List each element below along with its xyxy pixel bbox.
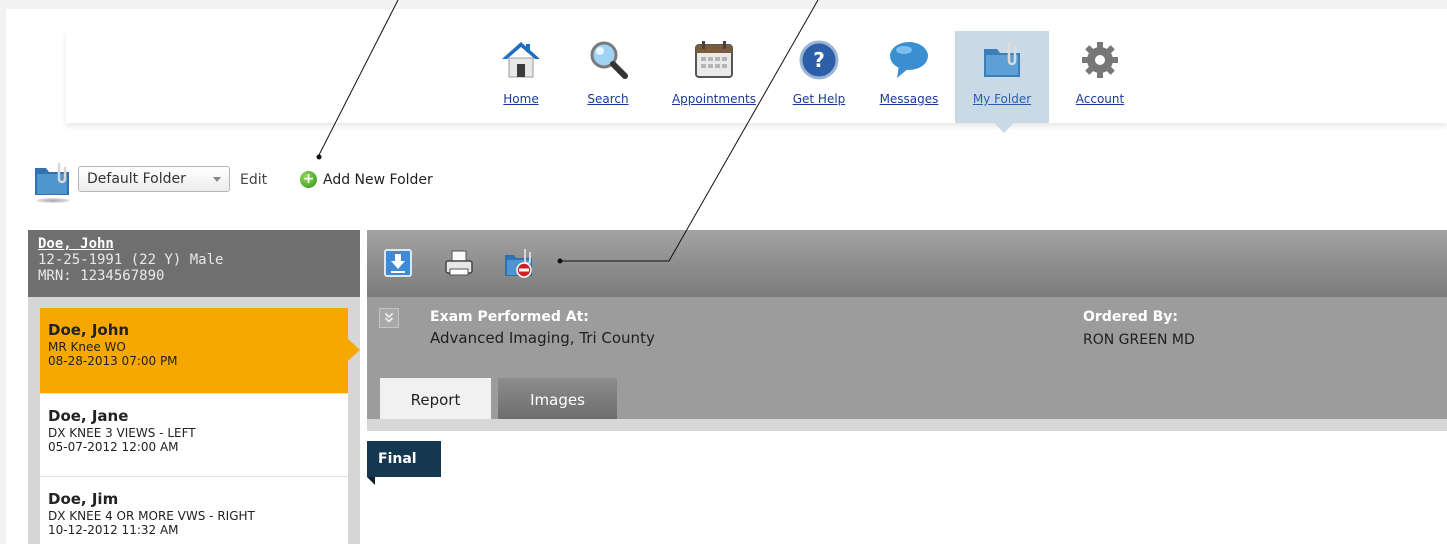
exam-toolbar [367, 230, 1447, 297]
add-new-folder-button[interactable]: + Add New Folder [300, 171, 433, 188]
nav-messages[interactable]: Messages [872, 31, 946, 123]
double-chevron-down-icon [384, 312, 394, 323]
list-item-name: Doe, Jim [48, 490, 119, 508]
collapse-toggle-icon[interactable] [379, 308, 399, 328]
chat-bubble-icon [890, 42, 928, 78]
nav-appointments-label: Appointments [671, 92, 757, 106]
list-item[interactable]: Doe, Jane DX KNEE 3 VIEWS - LEFT 05-07-2… [40, 394, 348, 477]
ordered-by-label: Ordered By: [1083, 309, 1179, 325]
gear-icon [1082, 42, 1118, 78]
plus-circle-icon: + [300, 171, 317, 188]
tab-report[interactable]: Report [380, 378, 491, 419]
status-badge: Final [367, 441, 441, 485]
patient-header: Doe, John 12-25-1991 (22 Y) Male MRN: 12… [28, 230, 360, 297]
add-new-folder-label: Add New Folder [323, 171, 433, 188]
exam-performed-label: Exam Performed At: [430, 309, 589, 325]
nav-get-help[interactable]: ? Get Help [788, 31, 850, 123]
folder-select-value: Default Folder [87, 171, 186, 187]
calendar-icon [695, 41, 733, 78]
nav-search-label: Search [587, 92, 629, 106]
page: Home Search Appointments ? Get Help Mess… [6, 9, 1447, 544]
list-item-study: DX KNEE 3 VIEWS - LEFT [48, 426, 196, 440]
edit-folder-link[interactable]: Edit [240, 172, 267, 188]
nav-my-folder[interactable]: My Folder [955, 31, 1049, 123]
exam-performed-value: Advanced Imaging, Tri County [430, 329, 655, 347]
list-item-study: MR Knee WO [48, 340, 126, 354]
chevron-down-icon [213, 177, 221, 182]
nav-home[interactable]: Home [491, 31, 551, 123]
nav-account-label: Account [1075, 92, 1125, 106]
list-item-datetime: 05-07-2012 12:00 AM [48, 440, 179, 454]
folder-icon-shadow [36, 198, 70, 203]
nav-account[interactable]: Account [1068, 31, 1132, 123]
exam-list: Doe, John MR Knee WO 08-28-2013 07:00 PM… [28, 297, 360, 544]
svg-text:?: ? [813, 48, 825, 72]
nav-home-label: Home [503, 92, 539, 106]
tab-images[interactable]: Images [498, 378, 617, 419]
home-icon [502, 42, 540, 78]
report-content [367, 431, 1447, 544]
tab-strip [367, 419, 1447, 431]
nav-messages-label: Messages [879, 92, 939, 106]
patient-mrn: MRN: 1234567890 [38, 268, 165, 284]
help-icon: ? [799, 40, 839, 80]
nav-active-pointer [994, 123, 1014, 133]
list-item-datetime: 10-12-2012 11:32 AM [48, 523, 179, 537]
list-item-study: DX KNEE 4 OR MORE VWS - RIGHT [48, 509, 255, 523]
exam-header: Exam Performed At: Advanced Imaging, Tri… [367, 297, 1447, 431]
top-navigation: Home Search Appointments ? Get Help Mess… [66, 31, 1447, 123]
list-item-name: Doe, Jane [48, 407, 129, 425]
folder-clip-icon [984, 43, 1020, 77]
list-item-datetime: 08-28-2013 07:00 PM [48, 354, 178, 368]
search-icon [590, 41, 628, 79]
folder-select[interactable]: Default Folder [78, 166, 230, 192]
patient-name-link[interactable]: Doe, John [38, 236, 360, 252]
print-icon[interactable] [444, 248, 474, 278]
list-item[interactable]: Doe, Jim DX KNEE 4 OR MORE VWS - RIGHT 1… [40, 477, 348, 544]
nav-search[interactable]: Search [578, 31, 638, 123]
download-icon[interactable] [383, 248, 413, 278]
patient-dob: 12-25-1991 (22 Y) Male [38, 252, 224, 268]
nav-appointments[interactable]: Appointments [666, 31, 762, 123]
folder-clip-icon [35, 163, 69, 195]
list-item-name: Doe, John [48, 321, 130, 339]
list-item[interactable]: Doe, John MR Knee WO 08-28-2013 07:00 PM [40, 308, 360, 394]
nav-my-folder-label: My Folder [972, 92, 1032, 106]
remove-from-folder-icon[interactable] [504, 248, 534, 278]
nav-get-help-label: Get Help [792, 92, 846, 106]
ordered-by-value: RON GREEN MD [1083, 332, 1195, 348]
